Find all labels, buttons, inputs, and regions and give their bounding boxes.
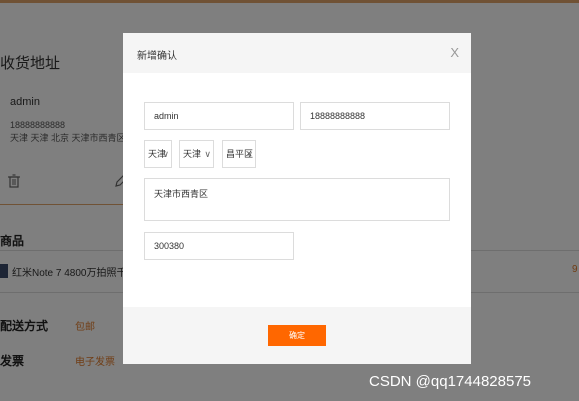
add-address-dialog: 新增确认 X admin 18888888888 天津 ∨ 天津 ∨ 昌平区 ∨…	[123, 33, 471, 364]
dialog-title: 新增确认	[137, 51, 177, 62]
confirm-button[interactable]: 确定	[268, 325, 326, 346]
chevron-down-icon: ∨	[246, 149, 253, 159]
dialog-footer: 确定	[123, 307, 471, 364]
detail-address-textarea[interactable]: 天津市西青区	[144, 178, 450, 221]
city-select-value: 天津	[183, 149, 202, 159]
chevron-down-icon: ∨	[162, 149, 169, 159]
zip-code-input[interactable]: 300380	[144, 232, 294, 260]
province-select[interactable]: 天津 ∨	[144, 140, 172, 168]
city-select[interactable]: 天津 ∨	[179, 140, 214, 168]
close-icon[interactable]: X	[450, 45, 459, 60]
district-select[interactable]: 昌平区 ∨	[222, 140, 256, 168]
dialog-header: 新增确认 X	[123, 33, 471, 73]
name-input[interactable]: admin	[144, 102, 294, 130]
watermark: CSDN @qq1744828575	[369, 373, 532, 390]
chevron-down-icon: ∨	[204, 149, 211, 159]
phone-input[interactable]: 18888888888	[300, 102, 450, 130]
